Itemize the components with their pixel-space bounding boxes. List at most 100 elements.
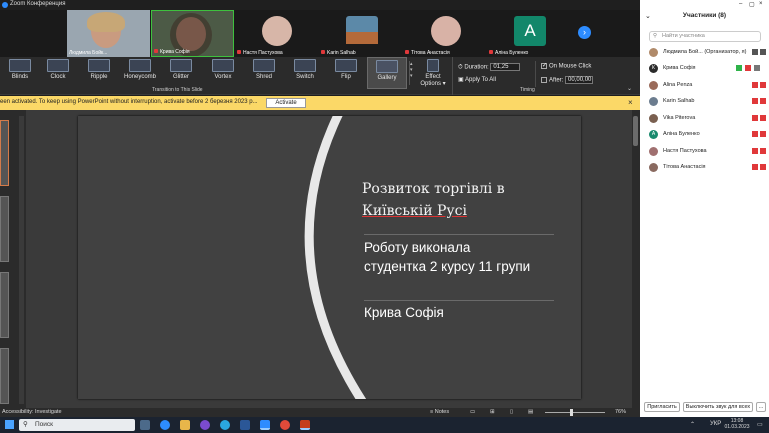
activate-button[interactable]: Activate	[266, 98, 306, 108]
edge-icon[interactable]	[160, 420, 170, 430]
effect-gallery[interactable]: Gallery	[367, 57, 407, 89]
vertical-scrollbar[interactable]	[632, 110, 640, 408]
effect-switch[interactable]: Switch	[285, 57, 325, 89]
powerpoint-icon[interactable]	[300, 420, 310, 430]
group-label-transition: Transition to This Slide	[152, 87, 203, 93]
effect-shred[interactable]: Shred	[244, 57, 284, 89]
slide-thumbnail[interactable]	[0, 272, 9, 338]
video-off-icon[interactable]	[760, 148, 766, 154]
chrome-icon[interactable]	[280, 420, 290, 430]
telegram-icon[interactable]	[220, 420, 230, 430]
zoom-slider[interactable]	[545, 412, 605, 413]
muted-mic-icon[interactable]	[745, 65, 751, 71]
task-view-icon[interactable]	[140, 420, 150, 430]
video-off-icon[interactable]	[760, 82, 766, 88]
minimize-icon[interactable]: –	[739, 1, 742, 7]
after-checkbox[interactable]	[541, 77, 547, 83]
after-input[interactable]: 00,00,00	[565, 76, 594, 84]
duration-input[interactable]: 01,25	[490, 63, 521, 71]
video-icon[interactable]	[754, 65, 760, 71]
slide-author[interactable]: Крива Софія	[364, 305, 444, 320]
more-options-icon[interactable]: …	[756, 402, 766, 412]
participant-row[interactable]: Karin Salhab	[649, 96, 766, 108]
participant-row[interactable]: Vika Piterova	[649, 113, 766, 125]
zoom-icon[interactable]	[260, 420, 270, 430]
thumbnail-scrollbar[interactable]	[19, 116, 24, 404]
close-icon[interactable]: ×	[759, 1, 763, 7]
muted-mic-icon[interactable]	[752, 164, 758, 170]
muted-mic-icon[interactable]	[752, 82, 758, 88]
file-explorer-icon[interactable]	[180, 420, 190, 430]
slide-sorter-icon[interactable]: ⊞	[490, 409, 495, 415]
zoom-level[interactable]: 76%	[615, 409, 626, 415]
accessibility-status[interactable]: Accessibility: Investigate	[2, 409, 62, 415]
participant-row[interactable]: Людмила Бой... (Организатор, я)	[649, 47, 766, 59]
participant-row[interactable]: К Крива Софія	[649, 63, 765, 75]
clock-icon	[47, 59, 69, 72]
muted-mic-icon[interactable]	[752, 98, 758, 104]
effect-honeycomb[interactable]: Honeycomb	[120, 57, 160, 89]
participant-row[interactable]: А Аліна Буленко	[649, 129, 766, 141]
muted-mic-icon	[489, 50, 493, 54]
clock[interactable]: 13:08 01.03.2023	[722, 418, 752, 430]
close-icon[interactable]: ×	[628, 98, 633, 107]
effect-clock[interactable]: Clock	[38, 57, 78, 89]
slide-canvas[interactable]: Розвиток торгівлі в Київській Русі Робот…	[78, 116, 581, 399]
tray-chevron-icon[interactable]: ⌃	[690, 421, 695, 428]
reading-view-icon[interactable]: ▯	[510, 409, 513, 415]
video-thumbnail[interactable]: Karin Salhab	[319, 10, 402, 57]
slide-title[interactable]: Розвиток торгівлі в Київській Русі	[362, 178, 505, 222]
effect-vortex[interactable]: Vortex	[203, 57, 243, 89]
effect-flip[interactable]: Flip	[326, 57, 366, 89]
scroll-thumb[interactable]	[633, 116, 638, 146]
effect-options-button[interactable]: Effect Options ▾	[417, 57, 449, 89]
video-off-icon[interactable]	[760, 115, 766, 121]
avatar: А	[514, 16, 546, 46]
video-off-icon[interactable]	[760, 131, 766, 137]
video-thumbnail-active[interactable]: Крива Софія	[151, 10, 234, 57]
zoom-title-bar: Zoom Конференция	[0, 0, 640, 10]
word-icon[interactable]	[240, 420, 250, 430]
taskbar-search-input[interactable]: ⚲ Поиск	[19, 419, 135, 431]
muted-mic-icon[interactable]	[752, 131, 758, 137]
video-thumbnail[interactable]: Настя Пастухова	[235, 10, 318, 57]
video-thumbnail[interactable]: Людмила Бойк...	[67, 10, 150, 57]
slide-thumbnail[interactable]	[0, 348, 9, 404]
effect-ripple[interactable]: Ripple	[79, 57, 119, 89]
next-page-arrow-icon[interactable]: ›	[578, 26, 591, 39]
apply-to-all-button[interactable]: ▣ Apply To All	[458, 76, 496, 83]
slideshow-icon[interactable]: ▤	[528, 409, 533, 415]
video-off-icon[interactable]	[760, 98, 766, 104]
video-thumbnail[interactable]: Тітова Анастасія	[403, 10, 486, 57]
video-icon[interactable]	[760, 49, 766, 55]
normal-view-icon[interactable]: ▭	[470, 409, 475, 415]
effect-blinds[interactable]: Blinds	[0, 57, 40, 89]
muted-mic-icon[interactable]	[752, 115, 758, 121]
gallery-scroll[interactable]: ▴ ▾ ▾	[409, 61, 415, 85]
zoom-slider-thumb[interactable]	[570, 409, 573, 416]
windows-start-icon[interactable]	[5, 420, 14, 429]
language-indicator[interactable]: УКР	[710, 421, 721, 427]
effect-glitter[interactable]: Glitter	[161, 57, 201, 89]
on-mouse-click-checkbox[interactable]: On Mouse Click	[541, 62, 591, 70]
slide-thumbnail[interactable]	[0, 120, 9, 186]
invite-button[interactable]: Пригласить	[644, 402, 680, 412]
notes-button[interactable]: ≡ Notes	[430, 409, 449, 415]
notifications-icon[interactable]: ▭	[757, 421, 763, 428]
flip-icon	[335, 59, 357, 72]
thumbnail-name: Тітова Анастасія	[405, 50, 450, 56]
participant-row[interactable]: Настя Пастухова	[649, 146, 766, 158]
maximize-icon[interactable]: ▢	[749, 1, 755, 8]
collapse-ribbon-icon[interactable]: ⌄	[627, 85, 632, 92]
muted-mic-icon[interactable]	[752, 148, 758, 154]
participant-row[interactable]: Тітова Анастасія	[649, 162, 766, 174]
video-off-icon[interactable]	[760, 164, 766, 170]
slide-subtitle[interactable]: Роботу виконала студентка 2 курсу 11 гру…	[364, 238, 530, 276]
participant-search-input[interactable]: ⚲ Найти участника	[649, 31, 761, 42]
participant-row[interactable]: Alina Penza	[649, 80, 766, 92]
viber-icon[interactable]	[200, 420, 210, 430]
mute-all-button[interactable]: Выключить звук для всех	[683, 402, 753, 412]
slide-thumbnail[interactable]	[0, 196, 9, 262]
mic-icon[interactable]	[752, 49, 758, 55]
video-thumbnail[interactable]: А Аліна Буленко	[487, 10, 570, 57]
